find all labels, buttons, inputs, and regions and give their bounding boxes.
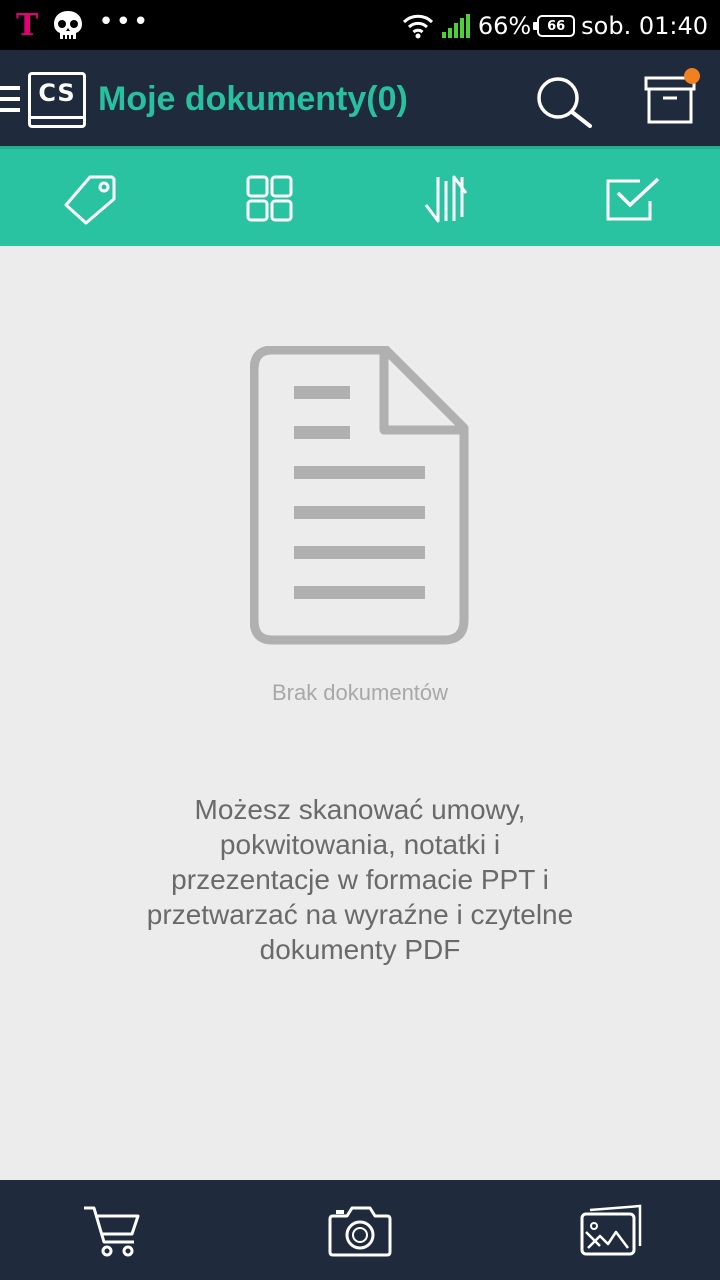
camera-icon[interactable] (327, 1202, 393, 1260)
status-bar: T ••• 66% 66 sob. 01:40 (0, 0, 720, 50)
document-icon (250, 346, 469, 645)
page-title: Moje dokumenty(0) (98, 80, 408, 118)
menu-icon[interactable] (0, 86, 20, 112)
search-icon[interactable] (532, 74, 596, 130)
logo-text: CS (38, 79, 76, 107)
archive-button[interactable] (640, 68, 704, 134)
more-dots-icon: ••• (98, 7, 151, 37)
grid-view-icon[interactable] (240, 171, 300, 227)
notification-dot (684, 68, 700, 84)
description-line: pokwitowania, notatki i (219, 829, 501, 860)
tag-icon[interactable] (60, 171, 120, 227)
clock: sob. 01:40 (581, 12, 708, 40)
battery-percent: 66% (477, 12, 532, 40)
bottom-bar (0, 1180, 720, 1280)
gallery-import-icon[interactable] (578, 1202, 644, 1260)
t-mobile-icon: T (16, 8, 39, 43)
battery-icon: 66 (533, 15, 576, 37)
description-line: przetwarzać na wyraźne i czytelne (146, 899, 574, 930)
action-toolbar (0, 146, 720, 246)
signal-icon (441, 14, 470, 38)
description-line: Możesz skanować umowy, (194, 794, 526, 825)
empty-state-description: Możesz skanować umowy, pokwitowania, not… (110, 792, 610, 967)
battery-level: 66 (547, 18, 566, 34)
wifi-icon (402, 14, 433, 39)
sort-icon[interactable] (420, 171, 480, 227)
description-line: dokumenty PDF (259, 934, 461, 965)
status-left: T ••• (16, 8, 150, 44)
skull-icon (54, 11, 83, 39)
app-bar: CS Moje dokumenty(0) (0, 50, 720, 146)
select-check-icon[interactable] (602, 171, 662, 227)
app-logo[interactable]: CS (28, 72, 86, 128)
empty-state-title: Brak dokumentów (271, 680, 449, 705)
description-line: przezentacje w formacie PPT i (171, 864, 549, 895)
cart-icon[interactable] (80, 1202, 146, 1260)
status-right: 66% 66 sob. 01:40 (402, 8, 708, 44)
